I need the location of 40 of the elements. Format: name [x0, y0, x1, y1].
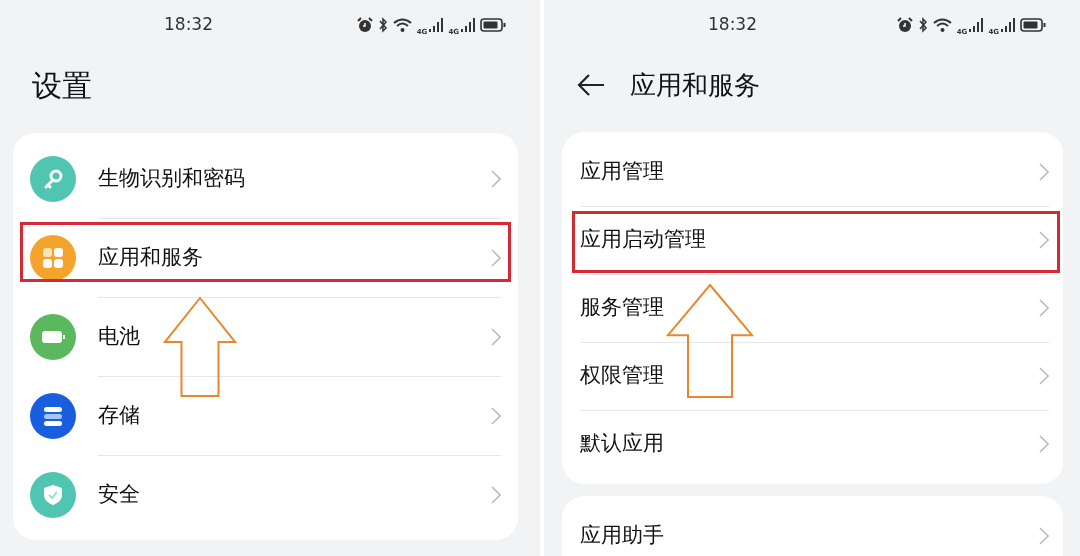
signal-icon	[428, 18, 444, 32]
chevron-right-icon	[1039, 367, 1049, 385]
chevron-right-icon	[491, 485, 501, 504]
settings-item[interactable]: 应用启动管理	[580, 206, 1049, 274]
signal-icon	[1000, 18, 1015, 32]
status-time: 18:32	[164, 13, 213, 37]
chevron-right-icon	[1039, 435, 1049, 453]
alarm-icon	[356, 17, 373, 33]
settings-item[interactable]: 服务管理	[580, 274, 1049, 342]
battery-icon	[480, 18, 506, 32]
settings-item[interactable]: 应用和服务	[30, 218, 501, 297]
back-arrow-icon	[576, 73, 606, 97]
settings-item[interactable]: 生物识别和密码	[30, 139, 501, 218]
chevron-right-icon	[491, 169, 501, 188]
signal-icon	[460, 18, 475, 32]
settings-item[interactable]: 应用助手	[580, 502, 1049, 556]
chevron-right-icon	[1039, 231, 1049, 249]
settings-item[interactable]: 应用管理	[580, 138, 1049, 206]
chevron-right-icon	[491, 248, 501, 267]
bluetooth-icon	[377, 17, 388, 33]
chevron-right-icon	[1039, 527, 1049, 545]
chevron-right-icon	[491, 327, 501, 346]
page-title: 应用和服务	[630, 68, 760, 102]
wifi-icon	[392, 17, 412, 33]
battery-icon	[1020, 18, 1046, 32]
wifi-icon	[932, 17, 952, 33]
signal-icon	[968, 18, 984, 32]
settings-item[interactable]: 存储	[30, 376, 501, 455]
settings-item[interactable]: 默认应用	[580, 410, 1049, 478]
page-title: 设置	[32, 66, 92, 105]
bluetooth-icon	[917, 17, 928, 33]
settings-item[interactable]: 权限管理	[580, 342, 1049, 410]
back-button[interactable]	[576, 73, 606, 97]
chevron-right-icon	[491, 406, 501, 425]
alarm-icon	[896, 17, 913, 33]
chevron-right-icon	[1039, 163, 1049, 181]
settings-item[interactable]: 安全	[30, 455, 501, 534]
status-time: 18:32	[708, 13, 757, 37]
chevron-right-icon	[1039, 299, 1049, 317]
settings-item[interactable]: 电池	[30, 297, 501, 376]
